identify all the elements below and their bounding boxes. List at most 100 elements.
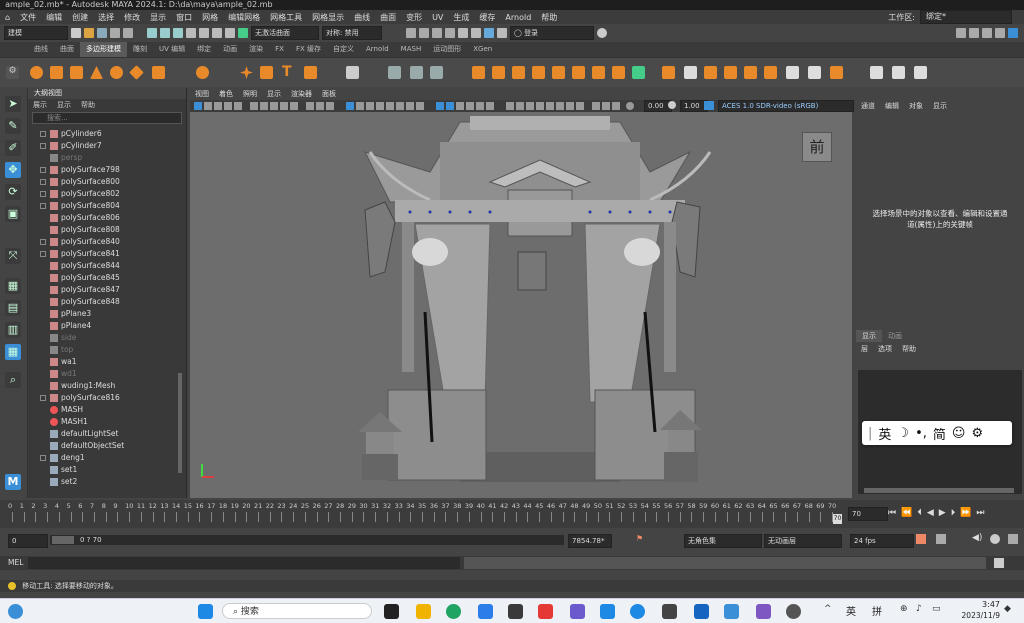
lasso-tool-icon[interactable]: ✎ — [5, 118, 21, 134]
menu-windows[interactable]: 窗口 — [171, 12, 197, 23]
range-slider[interactable]: 0 ? 70 — [50, 535, 564, 545]
login-dropdown[interactable]: ◯ 登录 — [510, 26, 594, 40]
viewport-menu-shading[interactable]: 着色 — [214, 88, 238, 100]
fill-hole-icon[interactable] — [552, 66, 565, 79]
outliner-item[interactable]: polySurface800 — [28, 176, 178, 188]
expand-icon[interactable] — [40, 203, 46, 209]
menu-file[interactable]: 文件 — [15, 12, 41, 23]
menu-mesh-display[interactable]: 网格显示 — [307, 12, 349, 23]
file-explorer-icon[interactable] — [416, 604, 431, 619]
quad-draw-icon[interactable] — [632, 66, 645, 79]
ime-settings-icon[interactable]: ⚙ — [971, 426, 983, 441]
outliner-item[interactable]: wuding1:Mesh — [28, 380, 178, 392]
soft-select-icon[interactable] — [892, 66, 905, 79]
multi-cut-icon[interactable] — [572, 66, 585, 79]
viewport-menu-renderer[interactable]: 渲染器 — [286, 88, 317, 100]
menu-cache[interactable]: 缓存 — [474, 12, 500, 23]
open-scene-icon[interactable] — [84, 28, 94, 38]
store-icon[interactable] — [478, 604, 493, 619]
app-icon-3[interactable] — [600, 604, 615, 619]
combine-icon[interactable] — [388, 66, 401, 79]
shelf-tab-fx-caching[interactable]: FX 缓存 — [290, 42, 327, 57]
viewport-menu-panels[interactable]: 面板 — [317, 88, 341, 100]
menu-surfaces[interactable]: 曲面 — [375, 12, 401, 23]
youdao-icon[interactable] — [538, 604, 553, 619]
symmetry-dropdown[interactable]: 对称: 禁用 — [322, 26, 382, 40]
outliner-menu-display[interactable]: 显示 — [52, 99, 76, 111]
poly-cylinder-icon[interactable] — [70, 66, 83, 79]
outliner-item[interactable]: polySurface808 — [28, 224, 178, 236]
undo-icon[interactable] — [110, 28, 120, 38]
ime-emoji-icon[interactable]: ☺ — [952, 426, 966, 441]
outliner-item[interactable]: wd1 — [28, 368, 178, 380]
snap-curve-icon[interactable] — [199, 28, 209, 38]
app-icon-6[interactable] — [694, 604, 709, 619]
mesh-grid-icon[interactable] — [346, 66, 359, 79]
shelf-tab-mash[interactable]: MASH — [395, 42, 428, 57]
outliner-item[interactable]: polySurface840 — [28, 236, 178, 248]
bridge-icon[interactable] — [472, 66, 485, 79]
outliner-item[interactable]: set2 — [28, 476, 178, 488]
outliner-item[interactable]: polySurface804 — [28, 200, 178, 212]
app-icon-7[interactable] — [756, 604, 771, 619]
outliner-item[interactable]: MASH — [28, 404, 178, 416]
outliner-search-input[interactable]: 搜索... — [32, 112, 182, 124]
menu-generate[interactable]: 生成 — [448, 12, 474, 23]
shelf-tab-polygon-modeling[interactable]: 多边形建模 — [80, 42, 127, 57]
unfold-uv-icon[interactable] — [786, 66, 799, 79]
expand-icon[interactable] — [40, 395, 46, 401]
tray-lang-1[interactable]: 英 — [846, 603, 856, 618]
outliner-item[interactable]: pPlane3 — [28, 308, 178, 320]
outliner-item[interactable]: polySurface802 — [28, 188, 178, 200]
outliner-item[interactable]: deng1 — [28, 452, 178, 464]
app-icon-4[interactable] — [630, 604, 645, 619]
menu-mesh[interactable]: 网格 — [197, 12, 223, 23]
platonic-solid-icon[interactable] — [196, 66, 209, 79]
mel-input[interactable] — [28, 557, 460, 569]
light-editor-icon[interactable] — [471, 28, 481, 38]
two-view-icon[interactable]: ▥ — [5, 322, 21, 338]
outliner-item[interactable]: polySurface798 — [28, 164, 178, 176]
auto-key-icon[interactable] — [916, 534, 926, 544]
shelf-tab-fx[interactable]: FX — [269, 42, 290, 57]
task-view-icon[interactable] — [384, 604, 399, 619]
render-view-icon[interactable] — [432, 28, 442, 38]
character-controls-icon[interactable] — [969, 28, 979, 38]
attribute-editor-icon[interactable] — [982, 28, 992, 38]
snap-live-icon[interactable] — [238, 28, 248, 38]
outliner-item[interactable]: side — [28, 332, 178, 344]
fps-dropdown[interactable]: 24 fps — [850, 534, 914, 548]
snap-grid-icon[interactable] — [186, 28, 196, 38]
separate-icon[interactable] — [410, 66, 423, 79]
help-icon[interactable] — [597, 28, 607, 38]
outliner-item[interactable]: wa1 — [28, 356, 178, 368]
menu-deform[interactable]: 变形 — [401, 12, 427, 23]
clock-date[interactable]: 2023/11/9 — [948, 611, 1000, 620]
shelf-tab-uv-editing[interactable]: UV 编辑 — [153, 42, 191, 57]
append-polygon-icon[interactable] — [532, 66, 545, 79]
range-slider-handle[interactable] — [52, 536, 74, 544]
tray-lang-2[interactable]: 拼 — [872, 603, 882, 618]
poly-disc-icon[interactable] — [152, 66, 165, 79]
poly-cone-icon[interactable] — [90, 66, 103, 79]
search-icon[interactable]: ⌕ — [5, 372, 21, 388]
menu-arnold[interactable]: Arnold — [500, 13, 536, 22]
expand-icon[interactable] — [40, 143, 46, 149]
shelf-tab-motion-graphics[interactable]: 运动图形 — [427, 42, 467, 57]
character-set-dropdown[interactable]: 无角色集 — [684, 534, 762, 548]
go-to-end-icon[interactable]: ⏭ — [976, 508, 984, 518]
shelf-tab-rendering[interactable]: 渲染 — [243, 42, 269, 57]
outliner-menu-help[interactable]: 帮助 — [76, 99, 100, 111]
key-icon[interactable]: ⚑ — [636, 534, 643, 543]
app-icon-1[interactable] — [508, 604, 523, 619]
edge-icon[interactable] — [446, 604, 461, 619]
redo-icon[interactable] — [123, 28, 133, 38]
planar-uv-icon[interactable] — [724, 66, 737, 79]
sweep-mesh-icon[interactable] — [260, 66, 273, 79]
outliner-item[interactable]: pCylinder7 — [28, 140, 178, 152]
shelf-tab-animation[interactable]: 动画 — [217, 42, 243, 57]
sculpt-brush-icon[interactable] — [870, 66, 883, 79]
anim-start-field[interactable]: 0 — [8, 534, 48, 548]
channel-menu-edit[interactable]: 编辑 — [880, 100, 904, 112]
outliner-item[interactable]: defaultObjectSet — [28, 440, 178, 452]
